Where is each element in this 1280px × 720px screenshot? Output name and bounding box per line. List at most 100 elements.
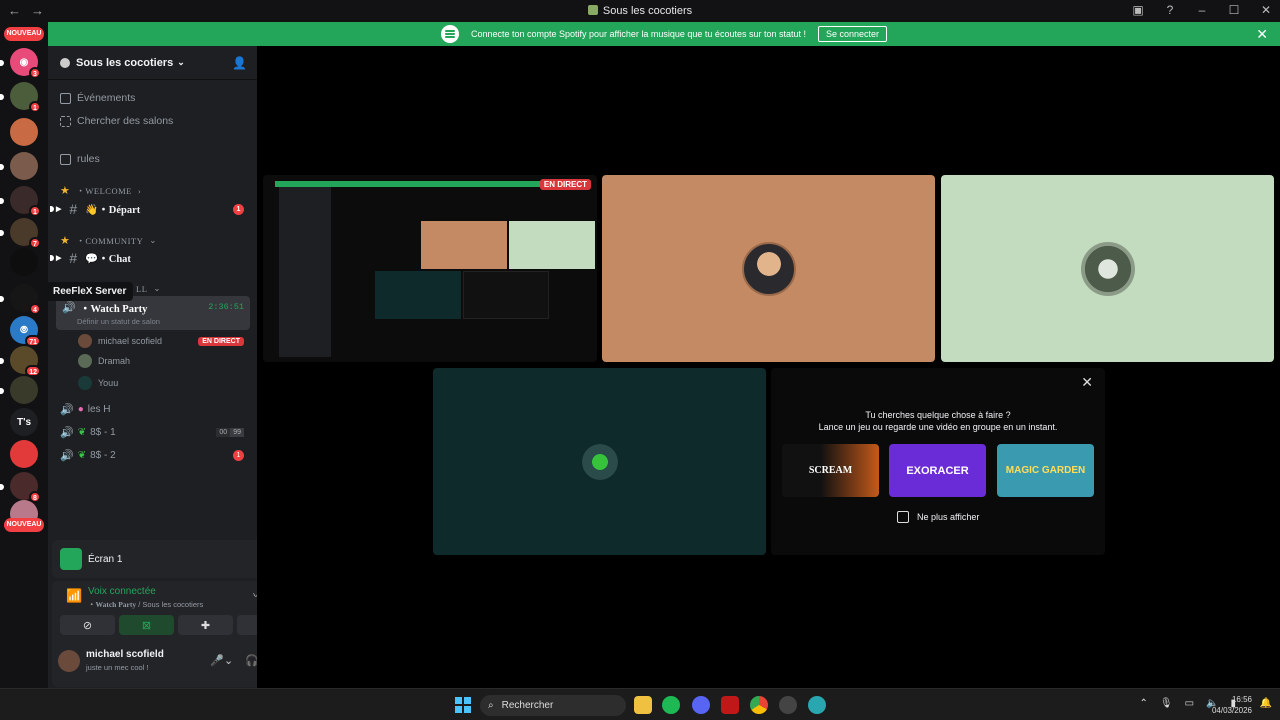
member-name: michael scofield: [98, 336, 163, 346]
close-icon[interactable]: ✕: [1081, 374, 1093, 391]
rules-channel[interactable]: rules: [60, 153, 100, 165]
close-window-button[interactable]: ✕: [1258, 3, 1274, 17]
avatar[interactable]: [58, 650, 80, 672]
browse-label: Chercher des salons: [77, 115, 174, 127]
notifications-icon[interactable]: 🔔: [1260, 698, 1272, 709]
app-icon[interactable]: [779, 696, 797, 714]
checkbox[interactable]: [897, 511, 909, 523]
guild-icon[interactable]: [0, 376, 38, 404]
guild-avatar: [10, 248, 38, 276]
set-channel-status-link[interactable]: Définir un statut de salon: [77, 317, 160, 326]
channel-sidebar: Sous les cocotiers ⌄ 👤 Événements Cherch…: [48, 46, 300, 688]
category-welcome[interactable]: ★ ・WELCOME ›: [60, 184, 141, 197]
connect-button[interactable]: Se connecter: [817, 26, 888, 42]
minimize-button[interactable]: –: [1194, 3, 1210, 17]
guild-icon[interactable]: 4: [0, 284, 41, 315]
clock[interactable]: 16:56 04/03/2026: [1212, 694, 1252, 716]
guild-icon[interactable]: [10, 248, 38, 276]
close-icon[interactable]: ✕: [1256, 26, 1268, 43]
mention-badge: 1: [233, 203, 244, 215]
new-badge: NOUVEAU: [4, 27, 44, 41]
channel-label: 👋・Départ: [85, 204, 141, 216]
category-hidden[interactable]: LL ⌄: [136, 283, 161, 294]
signal-icon[interactable]: 📶: [66, 588, 82, 604]
guild-icon[interactable]: 1: [0, 82, 41, 113]
voice-channel-8s-1[interactable]: 🔊 ❦ 8$ - 1 00 99: [56, 422, 250, 442]
user-tile-michael[interactable]: [602, 175, 935, 362]
unread-pill: [0, 164, 4, 170]
guild-icon[interactable]: T's: [10, 408, 38, 436]
channel-chat[interactable]: ▶ # 💬・Chat: [50, 248, 250, 268]
edge-icon[interactable]: [808, 696, 826, 714]
invite-icon[interactable]: 👤: [232, 56, 247, 70]
browse-channels-link[interactable]: Chercher des salons: [60, 115, 173, 127]
direct-messages-button[interactable]: ◉ 3: [0, 48, 41, 79]
file-explorer-icon[interactable]: [634, 696, 652, 714]
speaker-icon: 🔊: [60, 449, 74, 462]
microphone-icon[interactable]: 🎙: [1160, 698, 1173, 709]
server-header[interactable]: Sous les cocotiers ⌄ 👤: [48, 46, 257, 80]
live-badge: EN DIRECT: [198, 336, 244, 346]
guild-icon[interactable]: 1: [0, 186, 41, 217]
star-icon: ★: [60, 185, 71, 197]
guild-icon[interactable]: 8: [0, 472, 41, 503]
server-icon: [60, 57, 70, 68]
network-icon[interactable]: ▭: [1185, 698, 1194, 709]
chevron-right-icon: ›: [137, 185, 142, 196]
game-card-exoracer[interactable]: EXORACER: [889, 444, 986, 497]
maximize-button[interactable]: ☐: [1226, 3, 1242, 17]
help-icon[interactable]: ?: [1162, 3, 1178, 17]
chrome-icon[interactable]: [750, 696, 768, 714]
dont-show-again[interactable]: Ne plus afficher: [897, 511, 979, 523]
guild-icon[interactable]: [0, 152, 38, 180]
stream-tile-michael[interactable]: EN DIRECT: [263, 175, 597, 362]
activities-button[interactable]: ✚: [178, 615, 233, 635]
spotify-icon[interactable]: [662, 696, 680, 714]
rules-icon: [60, 153, 71, 165]
voice-member[interactable]: Youu: [78, 374, 250, 392]
username[interactable]: michael scofield: [86, 649, 164, 660]
preview-tile: [375, 271, 461, 319]
unread-pill: [50, 255, 54, 261]
windows-start-icon[interactable]: [455, 697, 471, 713]
chevron-up-icon[interactable]: ⌃: [1139, 698, 1147, 709]
guild-icon[interactable]: [10, 440, 38, 468]
voice-member[interactable]: michael scofield EN DIRECT: [78, 332, 250, 350]
voice-channel-watch-party[interactable]: 🔊 ・Watch Party 2:36:51 Définir un statut…: [56, 296, 250, 330]
chevron-down-icon: ⌄: [177, 57, 185, 67]
voice-channel-les-h[interactable]: 🔊 ● les H: [56, 399, 250, 419]
voice-channel-name: ・Watch Party: [88, 600, 137, 609]
guild-icon[interactable]: 12: [0, 346, 41, 377]
game-card-magic-garden[interactable]: MAGIC GARDEN: [997, 444, 1094, 497]
guild-icon[interactable]: [10, 118, 38, 146]
avatar: [574, 436, 625, 487]
voice-member[interactable]: Dramah: [78, 352, 250, 370]
app-icon[interactable]: [721, 696, 739, 714]
avatar: [78, 334, 92, 348]
game-card-scream[interactable]: SCREAM: [782, 444, 879, 497]
star-icon: ★: [60, 235, 71, 247]
screen-share-button[interactable]: ⊠: [119, 615, 174, 635]
channel-depart[interactable]: ▶ # 👋・Départ 1: [50, 199, 250, 219]
user-tile-youu[interactable]: [433, 368, 766, 555]
microphone-icon[interactable]: 🎤⌄: [210, 654, 233, 667]
stage-area: EN DIRECT ✕ Tu cherches quelque chose à …: [257, 46, 1280, 688]
clock-date: 04/03/2026: [1211, 706, 1252, 715]
user-tile-dramah[interactable]: [941, 175, 1274, 362]
discord-icon[interactable]: [692, 696, 710, 714]
events-link[interactable]: Événements: [60, 92, 135, 104]
category-community[interactable]: ★ ・COMMUNITY ⌄: [60, 234, 157, 247]
inbox-icon[interactable]: ▣: [1130, 3, 1146, 17]
taskbar-search[interactable]: ⌕ Rechercher: [480, 695, 626, 716]
voice-channel-8s-2[interactable]: 🔊 ❦ 8$ - 2 1: [56, 445, 250, 465]
voice-location[interactable]: ・Watch Party / Sous les cocotiers: [88, 599, 203, 610]
camera-off-button[interactable]: ⊘: [60, 615, 115, 635]
voice-connected-label[interactable]: Voix connectée: [88, 586, 156, 597]
guild-avatar: [10, 440, 38, 468]
guild-icon-reeflex[interactable]: ⦾ 71: [10, 316, 41, 347]
guild-icon[interactable]: 7: [0, 218, 41, 249]
preview-tile: [421, 221, 507, 269]
server-list: NOUVEAU ◉ 3 1 1 7 4 ⦾ 71 12 T's 8 NOUVEAU: [0, 22, 48, 688]
voice-timer: 2:36:51: [208, 302, 244, 312]
unread-pill: [0, 296, 4, 302]
